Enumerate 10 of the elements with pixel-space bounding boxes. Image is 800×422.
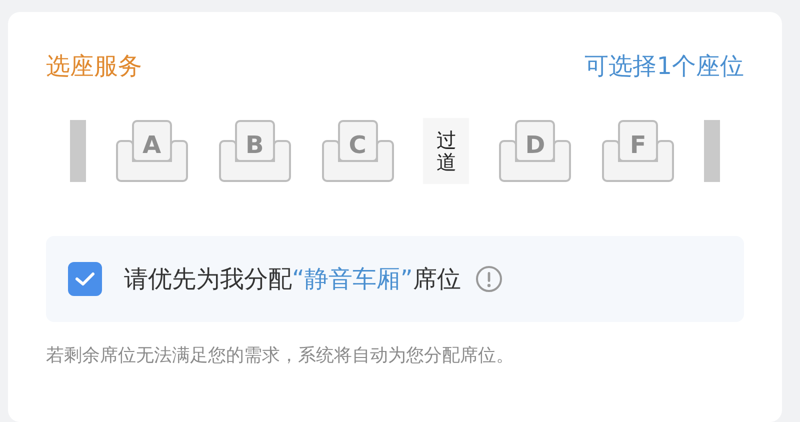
aisle-label: 过道 — [423, 118, 470, 184]
wall-bar — [704, 120, 720, 182]
check-icon — [75, 271, 95, 287]
preference-label: 请优先为我分配“静音车厢”席位 — [124, 264, 461, 295]
seat-limit-text: 可选择1个座位 — [584, 51, 744, 82]
checkbox[interactable] — [68, 262, 102, 296]
info-icon[interactable] — [474, 265, 503, 293]
section-title: 选座服务 — [46, 51, 142, 82]
note-text: 若剩余席位无法满足您的需求，系统将自动为您分配席位。 — [46, 344, 515, 368]
wall-bar — [70, 120, 86, 182]
